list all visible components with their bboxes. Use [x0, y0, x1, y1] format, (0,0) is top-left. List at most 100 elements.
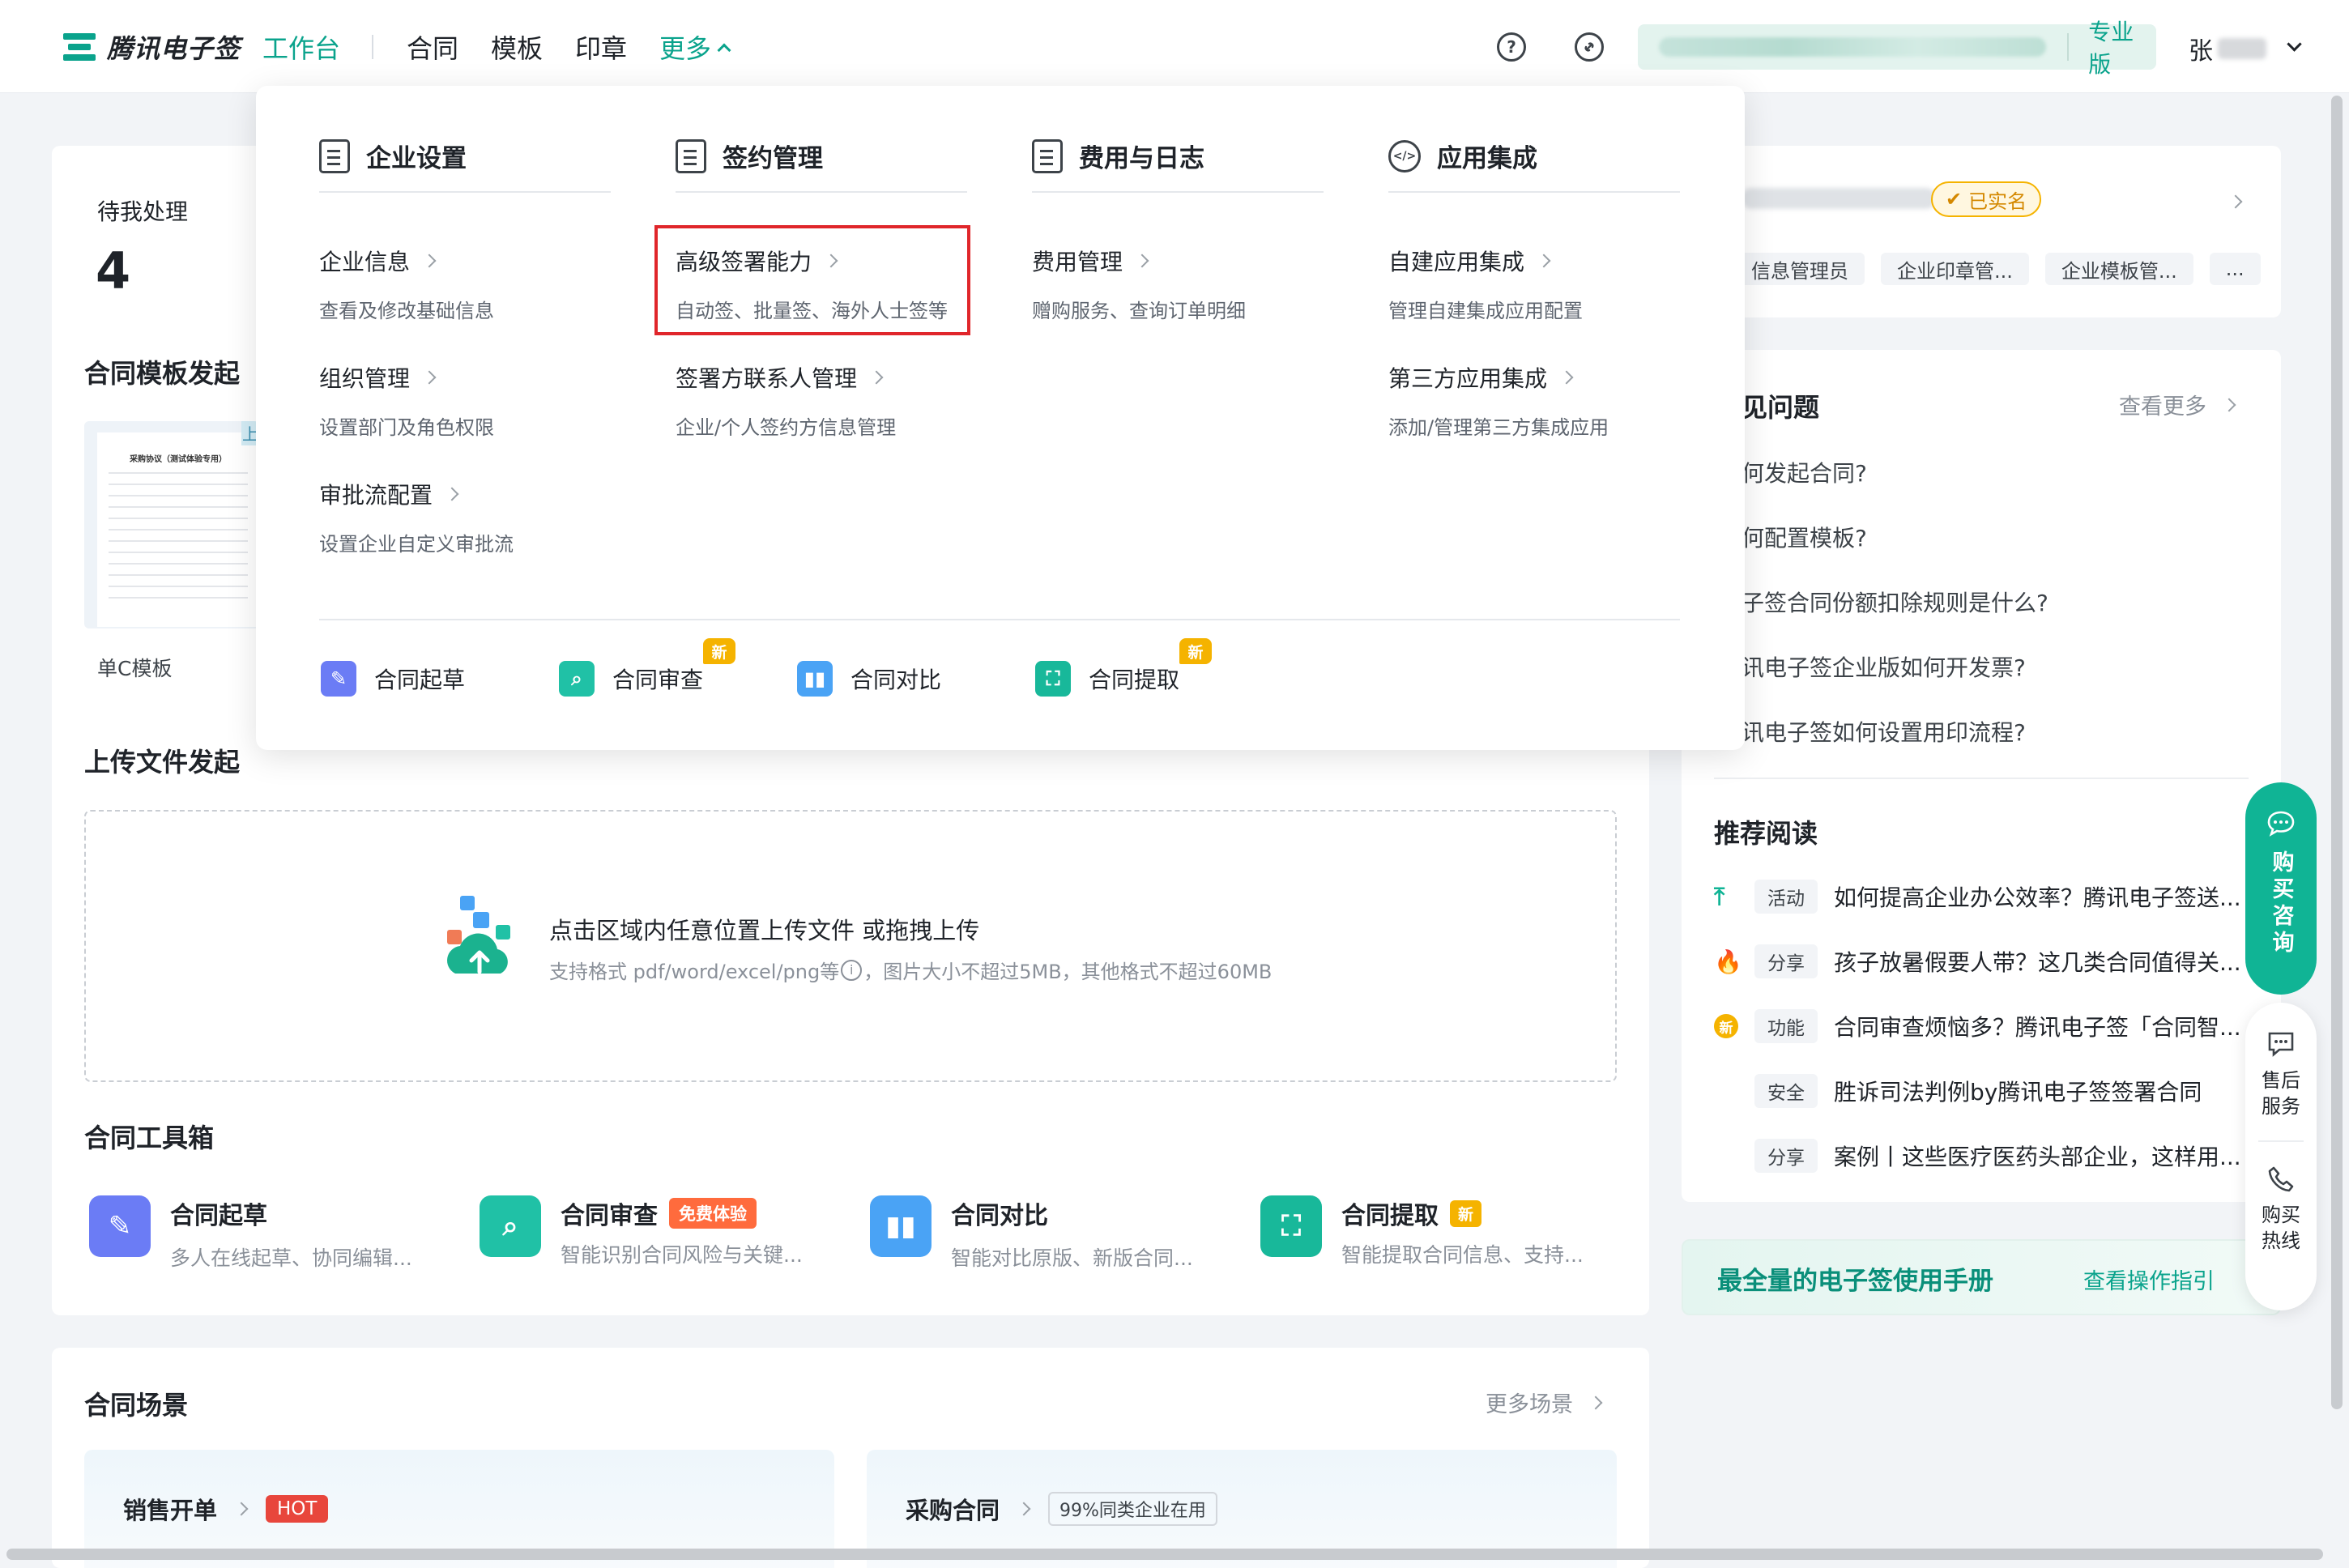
menu-item-billing[interactable]: 费用管理 赠购服务、查询订单明细: [1032, 245, 1246, 323]
menu-item-advanced-signing[interactable]: 高级签署能力 自动签、批量签、海外人士签等: [676, 245, 948, 323]
upload-hint: 支持格式 pdf/word/excel/png等 i ，图片大小不超过5MB，其…: [549, 956, 1272, 984]
account-card-chevron[interactable]: [2228, 194, 2243, 210]
role-tag-more[interactable]: ...: [2209, 253, 2261, 285]
menu-item-enterprise-info[interactable]: 企业信息 查看及修改基础信息: [319, 245, 494, 323]
chevron-right-icon: [422, 254, 437, 268]
toolbox-item-extract[interactable]: ⛶ 合同提取 新 智能提取合同信息、支持...: [1260, 1195, 1584, 1268]
cart-doc-icon: [1032, 138, 1063, 173]
faq-item[interactable]: 何发起合同?: [1742, 456, 1867, 488]
faq-more-link[interactable]: 查看更多: [2119, 389, 2236, 420]
recommend-item[interactable]: 新 功能 合同审查烦恼多？腾讯电子签「合同智...: [1714, 1009, 2241, 1043]
quick-tool-label: 合同对比: [850, 667, 942, 693]
scan-icon: ⛶: [1260, 1195, 1322, 1257]
recommend-tag: 安全: [1754, 1074, 1818, 1108]
nav-contract[interactable]: 合同: [407, 24, 458, 70]
recommend-item[interactable]: 安全 胜诉司法判例by腾讯电子签签署合同: [1714, 1074, 2202, 1108]
menu-item-self-built-integration[interactable]: 自建应用集成 管理自建集成应用配置: [1388, 245, 1583, 323]
heading-underline: [319, 191, 611, 193]
quick-tool-review[interactable]: ⌕ 合同审查: [559, 661, 703, 697]
toolbox-title: 合同工具箱: [84, 1123, 215, 1153]
recommend-item[interactable]: 分享 案例丨这些医疗医药头部企业，这样用...: [1714, 1139, 2241, 1173]
recommend-item[interactable]: 🔥 分享 孩子放暑假要人带？这几类合同值得关...: [1714, 944, 2241, 978]
buy-consult-float[interactable]: 购买咨询: [2245, 782, 2317, 995]
chat-bubble-icon: [2267, 811, 2295, 837]
menu-item-third-party-integration[interactable]: 第三方应用集成 添加/管理第三方集成应用: [1388, 361, 1609, 440]
template-doc-lines: [109, 472, 248, 474]
link-circle-icon[interactable]: [1575, 32, 1604, 62]
role-tag: 信息管理员: [1735, 253, 1865, 285]
vertical-scrollbar[interactable]: [2331, 96, 2343, 1409]
recommend-item[interactable]: ⤒ 活动 如何提高企业办公效率？腾讯电子签送...: [1714, 880, 2241, 914]
nav-template[interactable]: 模板: [491, 24, 543, 70]
enterprise-account-switcher[interactable]: 专业版: [1638, 19, 2156, 78]
nav-seal[interactable]: 印章: [575, 24, 627, 70]
free-trial-badge: 免费体验: [669, 1198, 757, 1229]
chevron-right-icon: [869, 370, 884, 385]
fire-icon: 🔥: [1714, 948, 1742, 975]
quick-tool-draft[interactable]: ✎ 合同起草: [321, 661, 465, 697]
template-section-title: 合同模板发起: [84, 358, 241, 389]
menu-item-desc: 查看及修改基础信息: [319, 300, 494, 322]
scan-icon: ⛶: [1035, 661, 1071, 697]
nav-label-template: 模板: [491, 33, 544, 64]
usage-badge: 99%同类企业在用: [1048, 1492, 1217, 1526]
code-gear-icon: </>: [1388, 139, 1421, 173]
menu-item-signer-contacts[interactable]: 签署方联系人管理 企业/个人签约方信息管理: [676, 361, 896, 440]
quick-tool-label: 合同审查: [612, 667, 704, 693]
recommend-text: 如何提高企业办公效率？腾讯电子签送...: [1834, 884, 2241, 911]
chevron-right-icon: [2222, 398, 2236, 411]
upload-hint-prefix: 支持格式 pdf/word/excel/png等: [549, 961, 840, 983]
horizontal-scrollbar[interactable]: [6, 1549, 2323, 1560]
toolbox-item-compare[interactable]: ▮▮ 合同对比 智能对比原版、新版合同...: [870, 1195, 1193, 1272]
toolbox-item-desc: 多人在线起草、协同编辑...: [170, 1246, 412, 1270]
cloud-upload-icon: [444, 894, 515, 985]
faq-item[interactable]: 何配置模板?: [1742, 521, 1867, 553]
more-scenes-link[interactable]: 更多场景: [1486, 1387, 1603, 1418]
heading-underline: [1032, 191, 1324, 193]
menu-item-title: 第三方应用集成: [1388, 365, 1548, 392]
chevron-right-icon: [1537, 254, 1551, 268]
manual-link[interactable]: 查看操作指引: [2083, 1263, 2215, 1295]
faq-item[interactable]: 讯电子签企业版如何开发票?: [1742, 650, 2026, 683]
upload-dropzone[interactable]: [84, 810, 1617, 1082]
nav-label-contract: 合同: [407, 33, 459, 64]
nav-workbench[interactable]: 工作台: [262, 24, 340, 70]
faq-item[interactable]: 子签合同份额扣除规则是什么?: [1742, 586, 2048, 618]
question-circle-icon[interactable]: ?: [1497, 32, 1526, 62]
menu-item-organization[interactable]: 组织管理 设置部门及角色权限: [319, 361, 494, 440]
pending-count[interactable]: 4: [96, 241, 130, 300]
quick-tool-extract[interactable]: ⛶ 合同提取: [1035, 661, 1179, 697]
quick-tool-compare[interactable]: ▮▮ 合同对比: [797, 661, 941, 697]
after-sales-button[interactable]: 售后服务: [2258, 1030, 2304, 1119]
pen-icon: ✎: [89, 1195, 151, 1257]
magnifier-icon: ⌕: [480, 1195, 541, 1257]
float-divider: [2258, 1140, 2304, 1142]
toolbox-item-title: 合同提取: [1341, 1202, 1439, 1230]
verified-label: 已实名: [1968, 190, 2027, 213]
recommend-text: 合同审查烦恼多？腾讯电子签「合同智...: [1834, 1014, 2241, 1041]
toolbox-item-review[interactable]: ⌕ 合同审查 免费体验 智能识别合同风险与关键...: [480, 1195, 803, 1268]
faq-item[interactable]: 讯电子签如何设置用印流程?: [1742, 715, 2026, 748]
heading-label: 费用与日志: [1079, 144, 1204, 173]
buy-consult-label: 购买咨询: [2268, 850, 2294, 957]
chevron-right-icon: [234, 1502, 249, 1516]
compare-icon: ▮▮: [870, 1195, 932, 1257]
brand-name: 腾讯电子签: [107, 33, 241, 64]
nav-label-seal: 印章: [575, 33, 628, 64]
user-menu[interactable]: 张: [2189, 31, 2302, 66]
new-circle-icon: 新: [1714, 1014, 1738, 1038]
menu-item-desc: 自动签、批量签、海外人士签等: [676, 300, 948, 322]
chevron-right-icon: [1588, 1395, 1603, 1409]
chevron-right-icon: [422, 370, 437, 385]
brand-logo[interactable]: 腾讯电子签: [63, 29, 241, 65]
pen-icon: ✎: [321, 661, 356, 697]
dropdown-heading-enterprise: 企业设置: [319, 138, 467, 174]
info-circle-icon[interactable]: i: [841, 959, 863, 981]
enterprise-name-blurred: [1659, 37, 2047, 57]
toolbox-item-draft[interactable]: ✎ 合同起草 多人在线起草、协同编辑...: [89, 1195, 412, 1272]
nav-more[interactable]: 更多: [659, 24, 731, 70]
hotline-button[interactable]: 购买热线: [2258, 1165, 2304, 1254]
manual-banner[interactable]: 最全量的电子签使用手册 查看操作指引: [1682, 1239, 2281, 1315]
template-card-thumbnail[interactable]: 采购协议（测试体验专用） 上: [84, 421, 259, 628]
menu-item-approval-flow[interactable]: 审批流配置 设置企业自定义审批流: [319, 478, 514, 556]
